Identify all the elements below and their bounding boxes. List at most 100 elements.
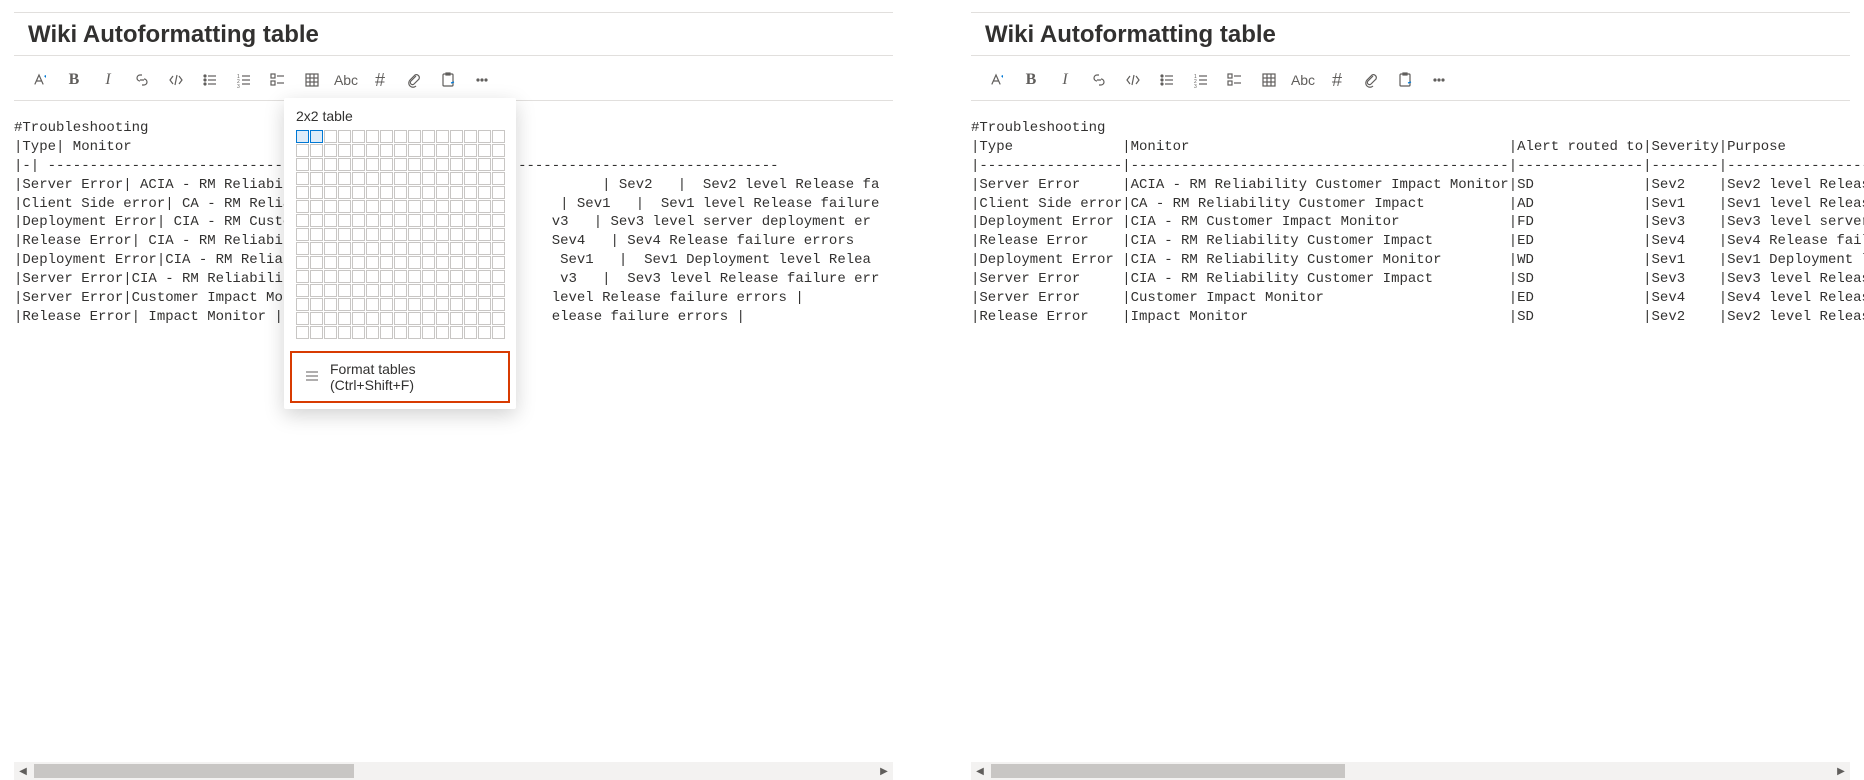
grid-cell[interactable] <box>422 214 435 227</box>
grid-cell[interactable] <box>464 158 477 171</box>
grid-cell[interactable] <box>436 130 449 143</box>
grid-cell[interactable] <box>450 200 463 213</box>
grid-cell[interactable] <box>436 298 449 311</box>
grid-cell[interactable] <box>394 256 407 269</box>
grid-cell[interactable] <box>380 158 393 171</box>
grid-cell[interactable] <box>366 242 379 255</box>
grid-cell[interactable] <box>296 312 309 325</box>
format-tables-button[interactable]: Format tables (Ctrl+Shift+F) <box>290 351 510 403</box>
grid-cell[interactable] <box>324 270 337 283</box>
attachment-button[interactable] <box>1357 66 1385 94</box>
grid-cell[interactable] <box>352 172 365 185</box>
grid-cell[interactable] <box>478 256 491 269</box>
grid-cell[interactable] <box>366 172 379 185</box>
grid-cell[interactable] <box>352 186 365 199</box>
grid-cell[interactable] <box>296 326 309 339</box>
grid-cell[interactable] <box>380 242 393 255</box>
grid-cell[interactable] <box>366 312 379 325</box>
grid-cell[interactable] <box>324 214 337 227</box>
grid-cell[interactable] <box>366 214 379 227</box>
grid-cell[interactable] <box>464 228 477 241</box>
grid-cell[interactable] <box>492 312 505 325</box>
grid-cell[interactable] <box>422 256 435 269</box>
grid-cell[interactable] <box>436 312 449 325</box>
bold-button[interactable]: B <box>60 66 88 94</box>
grid-cell[interactable] <box>310 158 323 171</box>
grid-cell[interactable] <box>324 228 337 241</box>
grid-cell[interactable] <box>464 298 477 311</box>
grid-cell[interactable] <box>408 270 421 283</box>
paste-button[interactable] <box>1391 66 1419 94</box>
grid-cell[interactable] <box>422 172 435 185</box>
grid-cell[interactable] <box>450 270 463 283</box>
editor-content[interactable]: #Troubleshooting |Type |Monitor |Alert r… <box>971 119 1864 327</box>
grid-cell[interactable] <box>464 312 477 325</box>
grid-cell[interactable] <box>408 158 421 171</box>
grid-cell[interactable] <box>394 270 407 283</box>
paste-button[interactable] <box>434 66 462 94</box>
grid-cell[interactable] <box>352 326 365 339</box>
grid-cell[interactable] <box>338 284 351 297</box>
grid-cell[interactable] <box>310 326 323 339</box>
abc-button[interactable]: Abc <box>332 66 360 94</box>
grid-cell[interactable] <box>310 298 323 311</box>
grid-cell[interactable] <box>338 200 351 213</box>
grid-cell[interactable] <box>450 298 463 311</box>
horizontal-scrollbar[interactable]: ◀ ▶ <box>14 762 893 780</box>
grid-cell[interactable] <box>478 158 491 171</box>
grid-cell[interactable] <box>450 312 463 325</box>
grid-cell[interactable] <box>324 312 337 325</box>
grid-cell[interactable] <box>296 172 309 185</box>
grid-cell[interactable] <box>310 228 323 241</box>
grid-cell[interactable] <box>464 214 477 227</box>
grid-cell[interactable] <box>450 256 463 269</box>
grid-cell[interactable] <box>394 144 407 157</box>
grid-cell[interactable] <box>478 130 491 143</box>
grid-cell[interactable] <box>310 144 323 157</box>
grid-cell[interactable] <box>380 130 393 143</box>
page-title[interactable]: Wiki Autoformatting table <box>985 21 1836 49</box>
grid-cell[interactable] <box>338 242 351 255</box>
grid-cell[interactable] <box>394 326 407 339</box>
grid-cell[interactable] <box>324 186 337 199</box>
scroll-track[interactable] <box>989 762 1832 780</box>
grid-cell[interactable] <box>296 144 309 157</box>
grid-cell[interactable] <box>296 130 309 143</box>
grid-cell[interactable] <box>408 172 421 185</box>
grid-cell[interactable] <box>366 256 379 269</box>
grid-cell[interactable] <box>492 326 505 339</box>
grid-cell[interactable] <box>324 298 337 311</box>
grid-cell[interactable] <box>296 200 309 213</box>
grid-cell[interactable] <box>366 228 379 241</box>
grid-cell[interactable] <box>380 312 393 325</box>
grid-cell[interactable] <box>492 284 505 297</box>
grid-cell[interactable] <box>394 214 407 227</box>
grid-cell[interactable] <box>464 326 477 339</box>
grid-cell[interactable] <box>436 158 449 171</box>
grid-cell[interactable] <box>422 284 435 297</box>
grid-cell[interactable] <box>352 312 365 325</box>
grid-cell[interactable] <box>352 200 365 213</box>
grid-cell[interactable] <box>380 172 393 185</box>
grid-cell[interactable] <box>338 312 351 325</box>
grid-cell[interactable] <box>366 130 379 143</box>
grid-cell[interactable] <box>338 144 351 157</box>
grid-cell[interactable] <box>338 298 351 311</box>
grid-cell[interactable] <box>380 270 393 283</box>
grid-cell[interactable] <box>380 186 393 199</box>
grid-cell[interactable] <box>478 214 491 227</box>
page-title[interactable]: Wiki Autoformatting table <box>28 21 879 49</box>
scroll-left-arrow[interactable]: ◀ <box>971 762 989 780</box>
grid-cell[interactable] <box>408 228 421 241</box>
grid-cell[interactable] <box>366 144 379 157</box>
grid-cell[interactable] <box>478 270 491 283</box>
grid-cell[interactable] <box>324 242 337 255</box>
grid-cell[interactable] <box>408 256 421 269</box>
scroll-right-arrow[interactable]: ▶ <box>1832 762 1850 780</box>
horizontal-scrollbar[interactable]: ◀ ▶ <box>971 762 1850 780</box>
grid-cell[interactable] <box>310 186 323 199</box>
grid-cell[interactable] <box>492 144 505 157</box>
grid-cell[interactable] <box>464 256 477 269</box>
grid-cell[interactable] <box>450 214 463 227</box>
grid-cell[interactable] <box>478 228 491 241</box>
